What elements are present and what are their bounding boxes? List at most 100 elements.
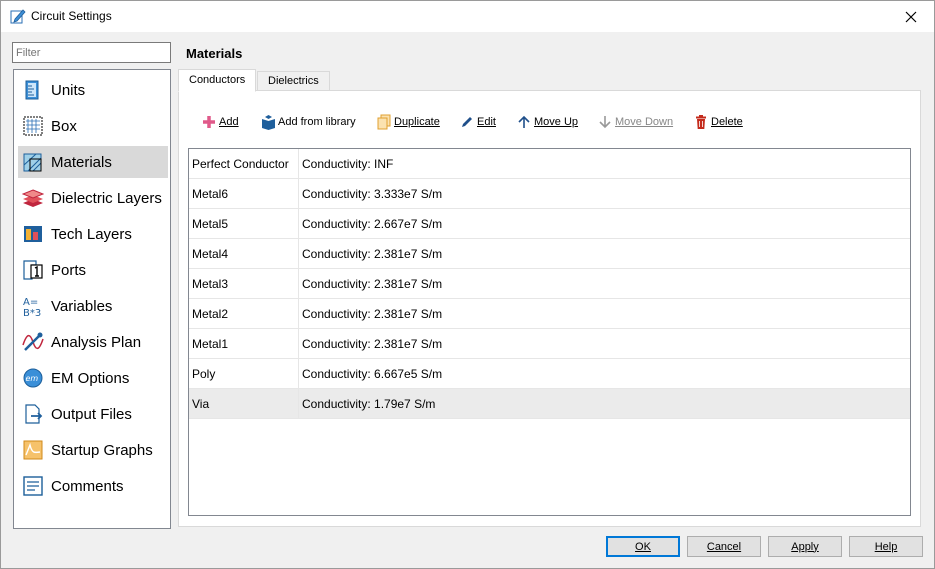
- table-row[interactable]: Metal6 Conductivity: 3.333e7 S/m: [189, 179, 910, 209]
- material-conductivity: Conductivity: 2.381e7 S/m: [302, 337, 443, 351]
- help-button-label: Help: [874, 540, 898, 553]
- delete-label: Delete: [711, 116, 743, 128]
- edit-button[interactable]: Edit: [459, 111, 496, 133]
- sidebar-item-label: Comments: [51, 477, 124, 495]
- pencil-icon: [459, 114, 475, 130]
- em-options-icon: em: [20, 365, 46, 391]
- page-title: Materials: [186, 46, 243, 61]
- duplicate-icon: [376, 114, 392, 130]
- settings-category-list: Units Box Materials Dielectric Layers Te…: [13, 69, 171, 529]
- sidebar-item-label: Analysis Plan: [51, 333, 142, 351]
- move-up-label: Move Up: [534, 116, 579, 128]
- apply-button[interactable]: Apply: [768, 536, 842, 557]
- add-button-label: Add: [219, 116, 239, 128]
- sidebar-item-label: Output Files: [51, 405, 132, 423]
- table-row[interactable]: Metal1 Conductivity: 2.381e7 S/m: [189, 329, 910, 359]
- ok-button[interactable]: OK: [606, 536, 680, 557]
- apply-button-label: Apply: [791, 540, 819, 553]
- library-book-icon: [260, 114, 276, 130]
- sidebar-item-dielectric-layers[interactable]: Dielectric Layers: [18, 182, 168, 214]
- edit-label: Edit: [477, 116, 496, 128]
- grid-box-icon: [20, 113, 46, 139]
- sidebar-item-comments[interactable]: Comments: [18, 470, 168, 502]
- move-down-label: Move Down: [615, 116, 674, 128]
- tech-layers-icon: [20, 221, 46, 247]
- analysis-plan-icon: [20, 329, 46, 355]
- window-title: Circuit Settings: [31, 9, 112, 23]
- move-up-button[interactable]: Move Up: [516, 111, 578, 133]
- table-row[interactable]: Metal3 Conductivity: 2.381e7 S/m: [189, 269, 910, 299]
- table-row[interactable]: Metal4 Conductivity: 2.381e7 S/m: [189, 239, 910, 269]
- sidebar-item-label: Variables: [51, 297, 113, 315]
- svg-text:A=: A=: [23, 297, 38, 308]
- table-row[interactable]: Metal2 Conductivity: 2.381e7 S/m: [189, 299, 910, 329]
- cancel-button-label: Cancel: [706, 540, 742, 553]
- material-conductivity: Conductivity: 2.381e7 S/m: [302, 307, 443, 321]
- material-conductivity: Conductivity: 2.667e7 S/m: [302, 217, 443, 231]
- sidebar-item-label: Materials: [51, 153, 112, 171]
- conductors-table: Perfect Conductor Conductivity: INF Meta…: [188, 148, 911, 516]
- arrow-up-icon: [516, 114, 532, 130]
- sidebar-item-variables[interactable]: A= B*3 Variables: [18, 290, 168, 322]
- tab-conductors[interactable]: Conductors: [178, 69, 257, 92]
- move-down-button[interactable]: Move Down: [597, 111, 673, 133]
- table-row[interactable]: Perfect Conductor Conductivity: INF: [189, 149, 910, 179]
- material-name: Metal5: [189, 209, 299, 239]
- material-conductivity: Conductivity: 3.333e7 S/m: [302, 187, 443, 201]
- close-icon[interactable]: [888, 1, 934, 32]
- sidebar-item-analysis-plan[interactable]: Analysis Plan: [18, 326, 168, 358]
- trash-icon: [693, 114, 709, 130]
- delete-button[interactable]: Delete: [693, 111, 743, 133]
- material-conductivity: Conductivity: INF: [302, 157, 394, 171]
- tab-dielectrics[interactable]: Dielectrics: [257, 71, 330, 91]
- add-from-library-button[interactable]: Add from library: [260, 111, 356, 133]
- material-name: Metal1: [189, 329, 299, 359]
- circuit-settings-window: Circuit Settings Units Box Materials: [0, 0, 935, 569]
- material-conductivity: Conductivity: 2.381e7 S/m: [302, 247, 443, 261]
- sidebar-item-label: Units: [51, 81, 86, 99]
- sidebar-item-units[interactable]: Units: [18, 74, 168, 106]
- title-bar: Circuit Settings: [1, 1, 934, 32]
- sidebar-item-startup-graphs[interactable]: Startup Graphs: [18, 434, 168, 466]
- sidebar-item-em-options[interactable]: em EM Options: [18, 362, 168, 394]
- startup-graphs-icon: [20, 437, 46, 463]
- sidebar-item-box[interactable]: Box: [18, 110, 168, 142]
- ok-button-label: OK: [635, 540, 651, 553]
- table-row[interactable]: Metal5 Conductivity: 2.667e7 S/m: [189, 209, 910, 239]
- variables-icon: A= B*3: [20, 293, 46, 319]
- output-files-icon: [20, 401, 46, 427]
- material-name: Metal6: [189, 179, 299, 209]
- sidebar-item-materials[interactable]: Materials: [18, 146, 168, 178]
- stacked-layers-icon: [20, 185, 46, 211]
- add-button[interactable]: Add: [201, 111, 239, 133]
- cancel-button[interactable]: Cancel: [687, 536, 761, 557]
- arrow-down-icon: [597, 114, 613, 130]
- filter-input[interactable]: [12, 42, 171, 63]
- table-row[interactable]: Poly Conductivity: 6.667e5 S/m: [189, 359, 910, 389]
- material-conductivity: Conductivity: 2.381e7 S/m: [302, 277, 443, 291]
- add-from-library-label: Add from library: [278, 116, 356, 128]
- material-name: Via: [189, 389, 299, 419]
- material-conductivity: Conductivity: 6.667e5 S/m: [302, 367, 443, 381]
- sidebar-item-label: Dielectric Layers: [51, 189, 162, 207]
- material-name: Metal2: [189, 299, 299, 329]
- svg-text:em: em: [26, 374, 39, 383]
- material-name: Poly: [189, 359, 299, 389]
- ruler-beaker-icon: [20, 77, 46, 103]
- material-name: Metal3: [189, 269, 299, 299]
- sidebar-item-label: Tech Layers: [51, 225, 132, 243]
- sidebar-item-ports[interactable]: Ports: [18, 254, 168, 286]
- material-name: Perfect Conductor: [189, 149, 299, 179]
- sidebar-item-output-files[interactable]: Output Files: [18, 398, 168, 430]
- material-name: Metal4: [189, 239, 299, 269]
- comments-icon: [20, 473, 46, 499]
- plus-icon: [201, 114, 217, 130]
- svg-text:B*3: B*3: [23, 308, 41, 317]
- sidebar-item-tech-layers[interactable]: Tech Layers: [18, 218, 168, 250]
- duplicate-label: Duplicate: [394, 116, 440, 128]
- duplicate-button[interactable]: Duplicate: [376, 111, 440, 133]
- settings-app-icon: [10, 8, 26, 24]
- table-row[interactable]: Via Conductivity: 1.79e7 S/m: [189, 389, 910, 419]
- help-button[interactable]: Help: [849, 536, 923, 557]
- port-icon: [20, 257, 46, 283]
